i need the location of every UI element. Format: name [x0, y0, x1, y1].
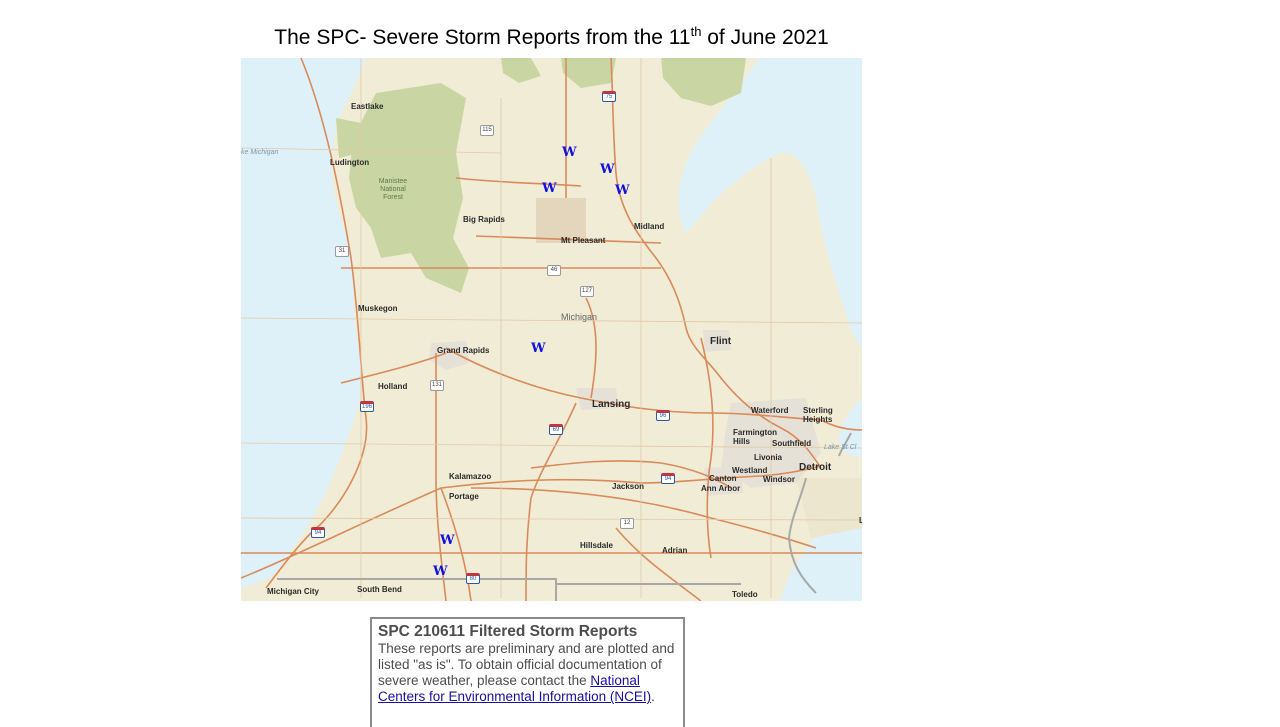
wind-report-marker[interactable]: W: [440, 534, 455, 547]
city-label: Southfield: [772, 439, 812, 448]
city-label: L: [859, 516, 862, 525]
city-label: Westland: [732, 466, 768, 475]
popup-title: SPC 210611 Filtered Storm Reports: [378, 623, 638, 640]
highway-shield: 127: [580, 286, 594, 297]
storm-report-popup: SPC 210611 Filtered Storm Reports These …: [370, 617, 685, 727]
highway-shield: 69: [549, 424, 563, 435]
city-label: Muskegon: [358, 304, 398, 313]
highway-shield: 31: [335, 246, 349, 257]
region-label: Michigan: [561, 312, 598, 322]
map-basemap: [241, 58, 862, 601]
highway-shield: 131: [430, 380, 444, 391]
lake-michigan-label: ke Michigan: [241, 149, 279, 156]
highway-shield: 96: [656, 410, 670, 421]
city-label: Flint: [710, 336, 732, 347]
city-label: Ann Arbor: [701, 484, 741, 493]
city-label: Jackson: [612, 482, 645, 491]
slide-title: The SPC- Severe Storm Reports from the 1…: [274, 24, 829, 49]
highway-shield: 12: [620, 518, 634, 529]
city-label: Lansing: [592, 399, 631, 410]
highway-shield: 115: [480, 125, 494, 136]
city-label: Windsor: [763, 475, 795, 484]
city-label: Adrian: [662, 546, 688, 555]
wind-report-marker[interactable]: W: [531, 342, 546, 355]
highway-shield: 46: [547, 265, 561, 276]
city-label: Mt Pleasant: [561, 236, 606, 245]
highway-shield: 94: [661, 473, 675, 484]
city-label: Midland: [634, 222, 665, 231]
city-label: Canton: [709, 474, 737, 483]
city-label: Grand Rapids: [437, 346, 490, 355]
wind-report-marker[interactable]: W: [600, 163, 615, 176]
city-label: Farmington Hills: [733, 428, 777, 446]
city-label: Kalamazoo: [449, 472, 492, 481]
city-label: Portage: [449, 492, 479, 501]
city-label: Detroit: [799, 462, 832, 473]
city-label: Sterling Heights: [803, 406, 833, 424]
wind-report-marker[interactable]: W: [615, 184, 630, 197]
city-label: Hillsdale: [580, 541, 613, 550]
city-label: Big Rapids: [463, 215, 505, 224]
city-label: Eastlake: [351, 102, 384, 111]
city-label: Holland: [378, 382, 408, 391]
city-label: South Bend: [357, 585, 402, 594]
highway-shield: 80: [466, 573, 480, 584]
city-label: Michigan City: [267, 587, 320, 596]
wind-report-marker[interactable]: W: [562, 146, 577, 159]
city-label: Ludington: [330, 158, 370, 167]
city-label: Livonia: [754, 453, 783, 462]
lake-st-clair-label: Lake St Cl: [824, 444, 857, 451]
highway-shield: 196: [360, 401, 374, 412]
wind-report-marker[interactable]: W: [542, 182, 557, 195]
storm-report-map[interactable]: ke Michigan Lake St Cl Manistee National…: [241, 58, 862, 601]
popup-body: These reports are preliminary and are pl…: [378, 641, 675, 704]
city-label: Waterford: [751, 406, 789, 415]
highway-shield: 94: [311, 527, 325, 538]
highway-shield: 75: [602, 91, 616, 102]
city-label: Toledo: [732, 590, 758, 599]
forest-label: Manistee National Forest: [378, 178, 408, 201]
